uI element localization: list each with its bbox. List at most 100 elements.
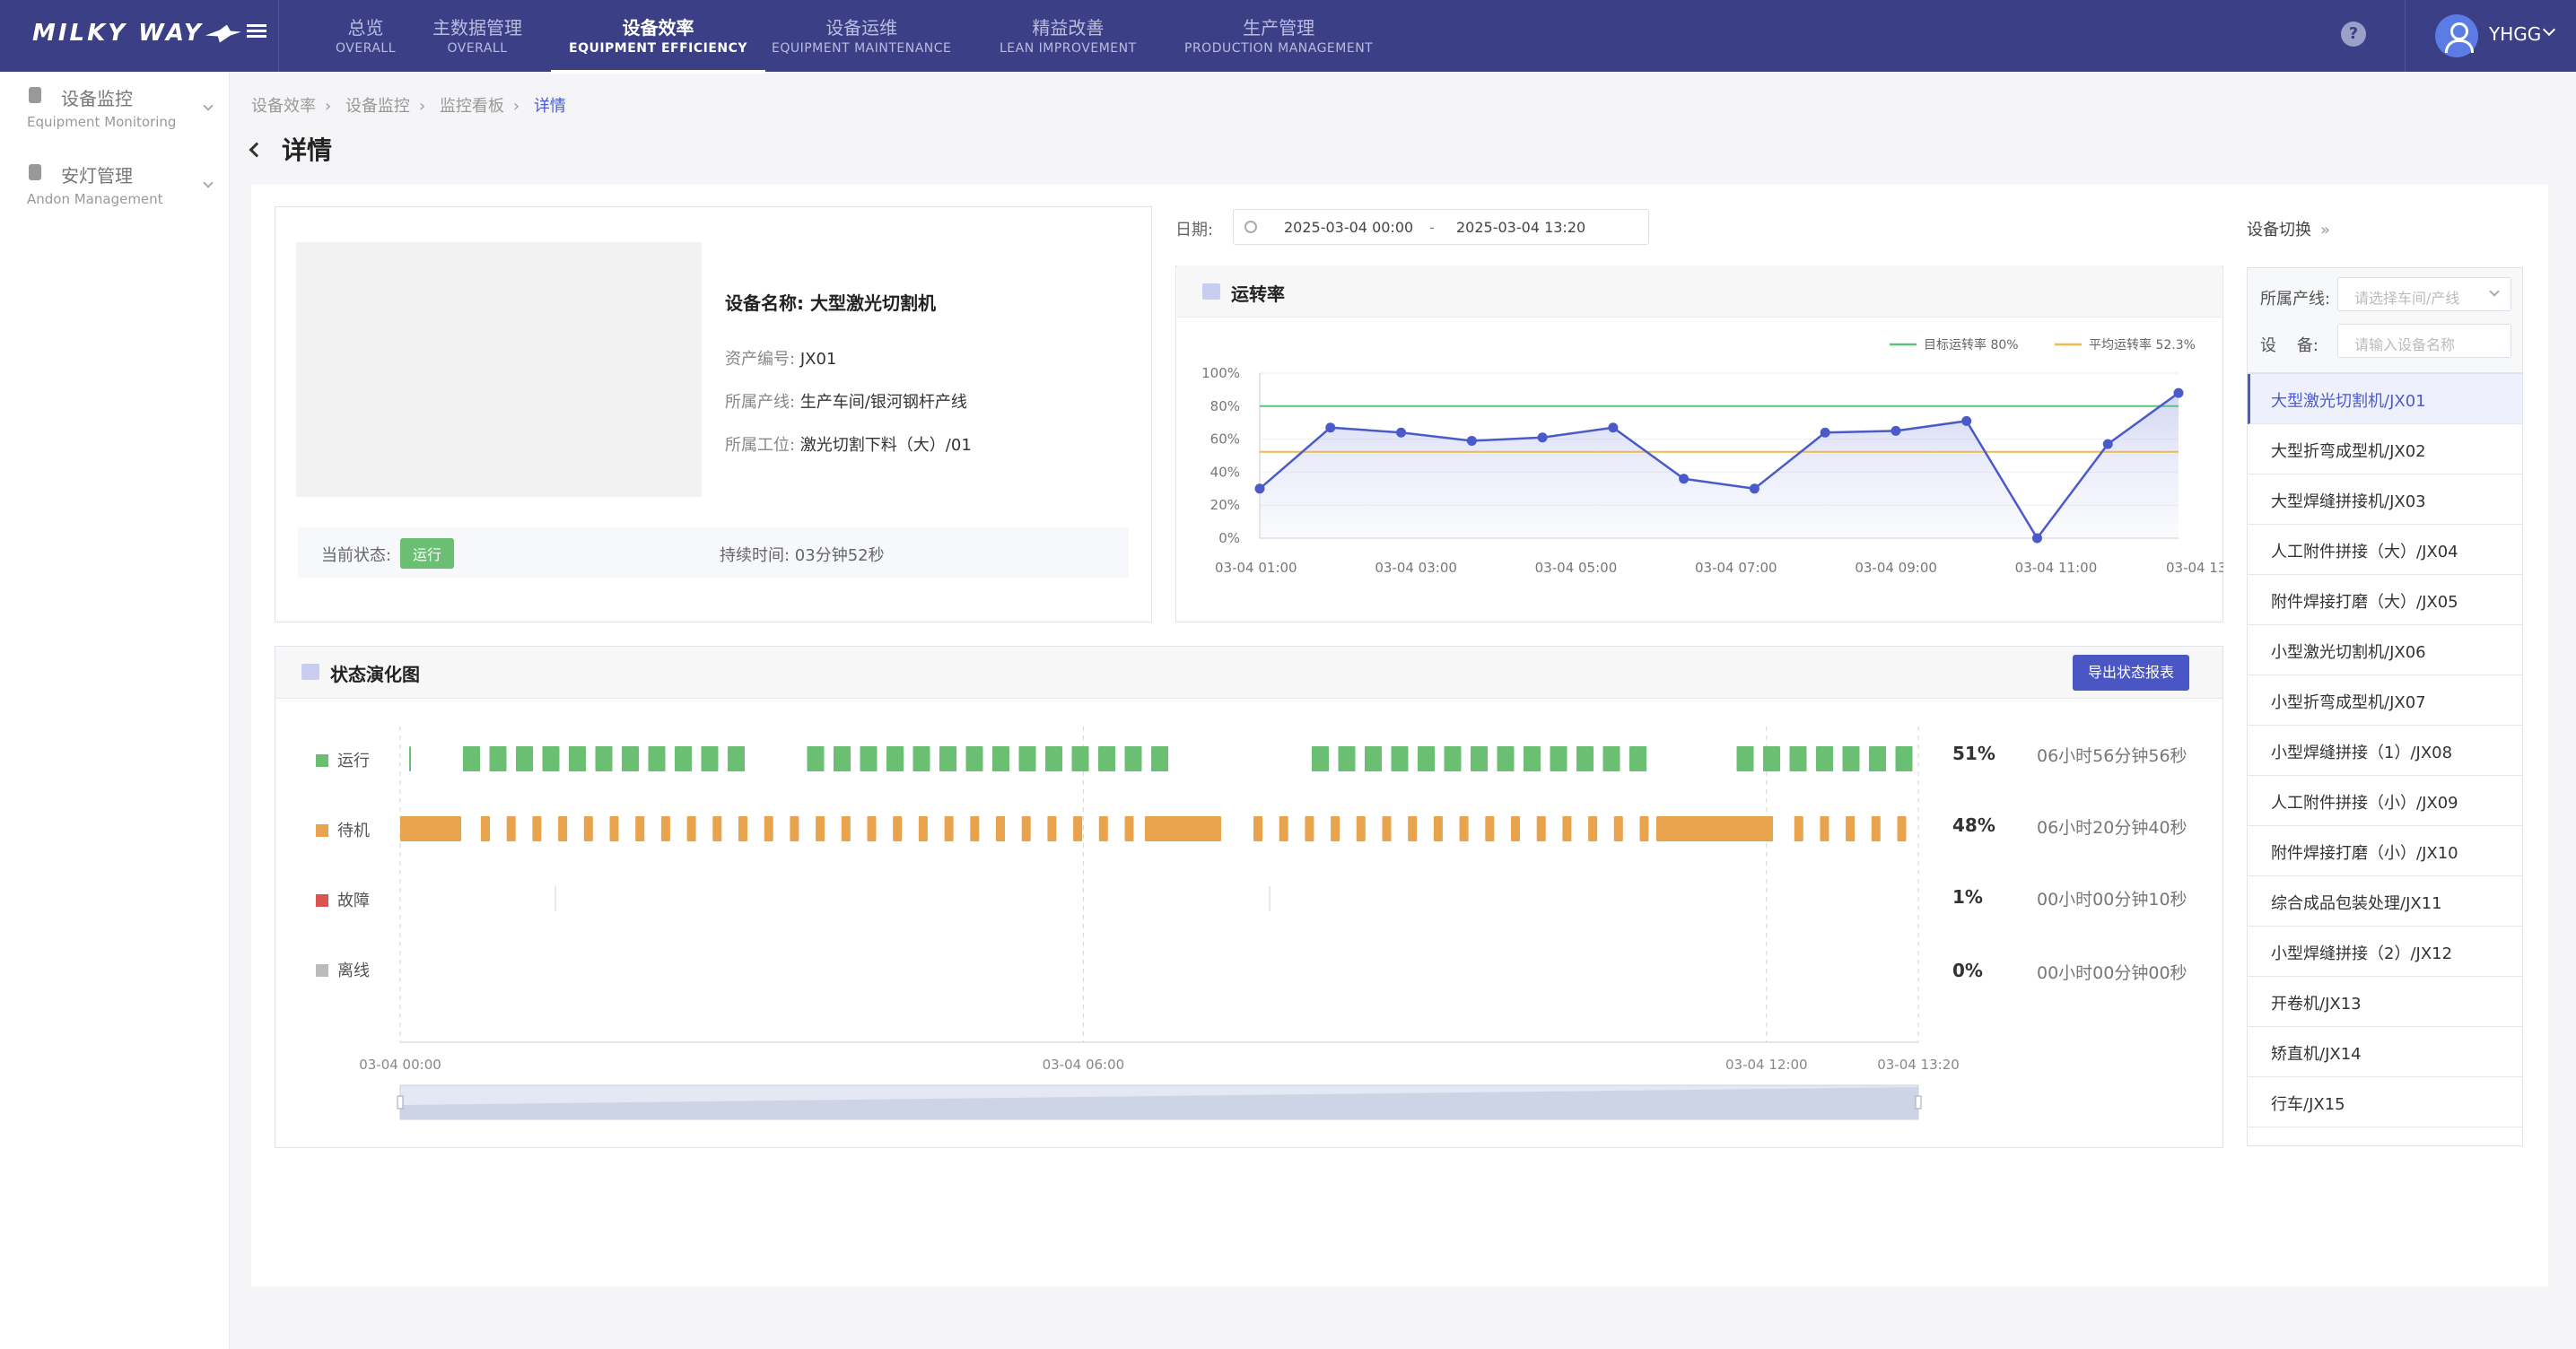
y-tick-label: 20% [1210,497,1240,513]
running-segment [1736,746,1754,771]
standby-segment [1820,816,1829,841]
standby-segment [1145,816,1221,841]
standby-segment [1656,816,1773,841]
standby-segment [1794,816,1803,841]
device-list-item[interactable]: 矫直机/JX14 [2248,1027,2522,1077]
device-list-item[interactable]: 小型焊缝拼接（2）/JX12 [2248,927,2522,977]
menu-toggle-icon[interactable] [247,22,266,41]
chevron-down-icon [2489,286,2500,297]
device-list-item[interactable]: 小型激光切割机/JX06 [2248,625,2522,675]
chevron-down-icon[interactable] [2542,22,2556,37]
field-label: 资产编号: [725,350,796,369]
state-evolution-title: 状态演化图 [330,664,420,685]
device-name-value: 大型激光切割机 [809,292,936,314]
nav-master-data[interactable]: 主数据管理 OVERALL [432,16,522,57]
standby-segment [686,816,696,841]
x-tick-label: 03-04 06:00 [1043,1057,1125,1073]
running-segment [939,746,956,771]
running-segment [728,746,745,771]
running-segment [1338,746,1356,771]
back-arrow-icon[interactable] [249,142,265,158]
standby-segment [1124,816,1134,841]
date-start[interactable]: 2025-03-04 00:00 [1284,219,1413,236]
user-name[interactable]: YHGG [2489,23,2541,45]
device-list-item[interactable]: 人工附件拼接（大）/JX04 [2248,525,2522,575]
device-list-item[interactable]: 行车/JX15 [2248,1077,2522,1127]
device-switch-title[interactable]: 设备切换 » [2247,217,2330,240]
line-select[interactable]: 请选择车间/产线 [2337,277,2511,311]
sidebar-item-label: 设备监控 [61,88,133,109]
x-tick-label: 03-04 09:00 [1855,560,1937,576]
standby-segment [738,816,747,841]
device-name-label: 设备名称: [725,292,804,314]
running-segment [1124,746,1142,771]
data-point [1679,474,1690,484]
breadcrumb-item[interactable]: 监控看板 [440,97,504,116]
running-segment [1098,746,1115,771]
status-bar: 当前状态: 运行 持续时间: 03分钟52秒 [298,527,1129,578]
device-list-item[interactable]: 大型激光切割机/JX01 [2248,374,2522,424]
standby-segment [506,816,516,841]
x-tick-label: 03-04 05:00 [1535,560,1618,576]
standby-segment [635,816,645,841]
nav-label: 设备效率 [622,17,694,39]
legend-swatch [316,824,328,837]
nav-equipment-efficiency[interactable]: 设备效率 EQUIPMENT EFFICIENCY [550,16,766,74]
runrate-area [1260,393,2179,538]
standby-segment [816,816,825,841]
running-segment [1418,746,1435,771]
date-range-picker[interactable]: 2025-03-04 00:00 - 2025-03-04 13:20 [1233,209,1649,245]
breadcrumb-item[interactable]: 设备效率 [251,97,316,116]
user-avatar-icon[interactable] [2435,14,2478,57]
bird-logo-icon [205,24,241,43]
running-segment [807,746,825,771]
y-tick-label: 60% [1210,431,1240,448]
device-list-item[interactable]: 人工附件拼接（小）/JX09 [2248,776,2522,826]
running-segment [569,746,586,771]
device-list-item[interactable]: 附件焊接打磨（小）/JX10 [2248,826,2522,876]
runrate-card-header [1177,265,2222,318]
shield-icon [29,87,41,103]
standby-segment [532,816,542,841]
running-segment [992,746,1009,771]
breadcrumb-separator: › [418,97,426,116]
nav-sublabel: OVERALL [336,41,397,56]
date-label: 日期: [1175,221,1214,239]
logo[interactable]: MILKY WAY [32,20,241,47]
nav-production-management[interactable]: 生产管理 PRODUCTION MANAGEMENT [1184,16,1373,57]
device-list-item[interactable]: 开卷机/JX13 [2248,977,2522,1027]
export-state-report-button[interactable]: 导出状态报表 [2073,655,2189,691]
running-segment [675,746,692,771]
double-chevron-right-icon[interactable]: » [2320,221,2330,239]
line-filter-label: 所属产线: [2260,290,2331,309]
device-list-item[interactable]: 附件焊接打磨（大）/JX05 [2248,575,2522,625]
data-point [1961,415,1972,426]
breadcrumb-item[interactable]: 设备监控 [345,97,410,116]
standby-segment [867,816,877,841]
running-segment [489,746,507,771]
sidebar-item-equipment-monitoring[interactable]: 设备监控 Equipment Monitoring [27,84,224,130]
running-segment [1045,746,1062,771]
nav-overall[interactable]: 总览 OVERALL [336,16,396,57]
device-list-item[interactable]: 大型折弯成型机/JX02 [2248,424,2522,474]
device-list-item[interactable]: 大型焊缝拼接机/JX03 [2248,474,2522,525]
device-list-item[interactable]: 综合成品包装处理/JX11 [2248,876,2522,927]
running-segment [595,746,613,771]
sidebar-item-andon-management[interactable]: 安灯管理 Andon Management [27,161,224,207]
device-list-item[interactable]: 小型折弯成型机/JX07 [2248,675,2522,726]
device-search-input[interactable]: 请输入设备名称 [2337,324,2511,358]
date-end[interactable]: 2025-03-04 13:20 [1456,219,1585,236]
legend-label: 目标运转率 80% [1924,337,2019,352]
workstation: 所属工位: 激光切割下料（大）/01 [725,432,972,456]
standby-segment [1485,816,1495,841]
nav-lean-improvement[interactable]: 精益改善 LEAN IMPROVEMENT [1000,16,1137,57]
clock-icon [1244,221,1257,233]
standby-segment [996,816,1005,841]
help-icon[interactable]: ? [2341,22,2366,47]
legend-swatch [316,754,328,767]
device-list-item[interactable]: 小型焊缝拼接（1）/JX08 [2248,726,2522,776]
device-search-placeholder: 请输入设备名称 [2354,336,2456,353]
running-segment [1869,746,1886,771]
state-timeline-chart: 03-04 00:00 03-04 06:00 03-04 12:00 03-04 1… [359,727,1960,1120]
nav-equipment-maintenance[interactable]: 设备运维 EQUIPMENT MAINTENANCE [772,16,951,57]
